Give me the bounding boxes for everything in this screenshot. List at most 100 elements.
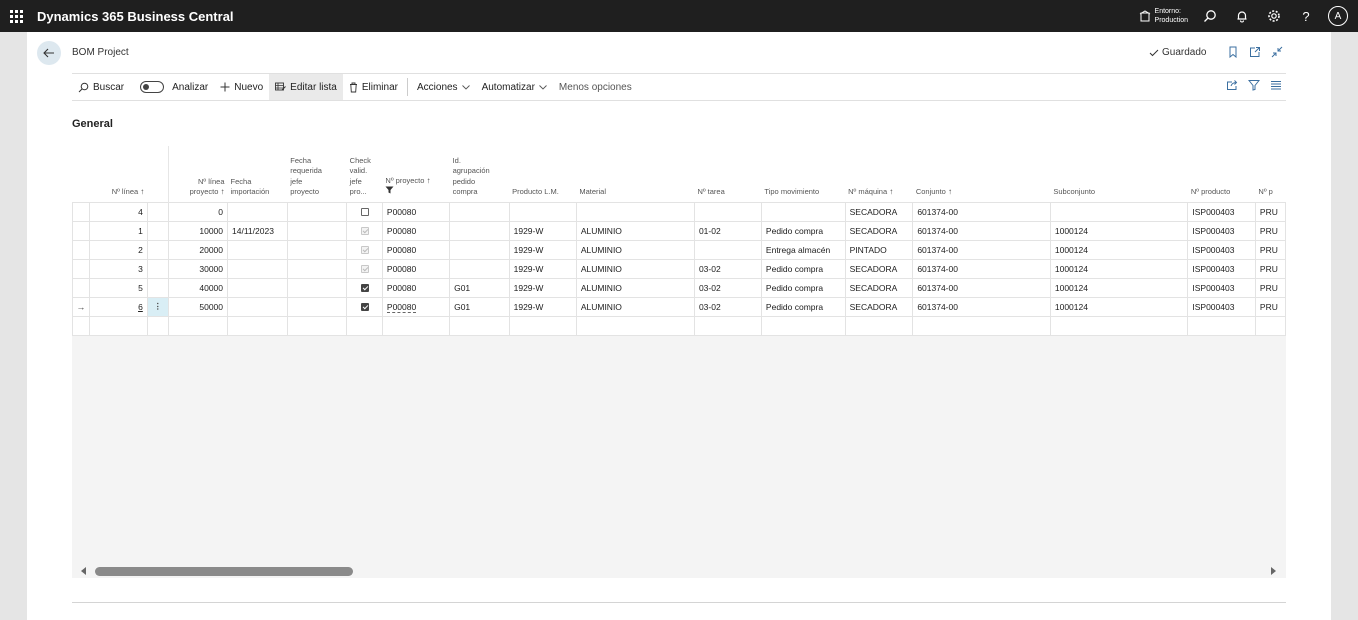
horizontal-scrollbar-thumb[interactable] bbox=[95, 567, 353, 576]
cell-task[interactable]: 03-02 bbox=[693, 258, 762, 279]
cell-task[interactable]: 01-02 bbox=[693, 220, 762, 241]
bookmark-icon[interactable] bbox=[1225, 44, 1241, 60]
cell-project[interactable]: P00080 bbox=[381, 258, 451, 279]
share-icon[interactable] bbox=[1226, 79, 1238, 94]
empty-cell[interactable] bbox=[575, 315, 695, 336]
cell-product-lm[interactable]: 1929-W bbox=[508, 239, 577, 260]
scroll-right-arrow[interactable] bbox=[1271, 567, 1276, 575]
table-row[interactable]: 3 30000 P00080 1929-W ALUMINIO 03-02 Pedido co… bbox=[72, 258, 1286, 279]
checkbox[interactable] bbox=[360, 284, 369, 293]
col-product-lm[interactable]: Producto L.M. bbox=[509, 146, 576, 202]
avatar[interactable]: A bbox=[1328, 6, 1348, 26]
row-selector[interactable] bbox=[72, 277, 90, 298]
cell-assembly[interactable]: 601374-00 bbox=[912, 220, 1051, 241]
cell-line-no[interactable]: 3 bbox=[88, 258, 148, 279]
bell-icon[interactable] bbox=[1226, 0, 1258, 32]
cell-check[interactable] bbox=[346, 258, 383, 279]
cell-sub[interactable]: 1000124 bbox=[1049, 296, 1189, 317]
cell-task[interactable]: 03-02 bbox=[693, 277, 762, 298]
analyze-toggle[interactable]: Analizar bbox=[134, 74, 214, 100]
cell-project[interactable]: P00080 bbox=[381, 239, 451, 260]
checkbox[interactable] bbox=[360, 208, 369, 217]
cell-import-date[interactable] bbox=[227, 258, 288, 279]
cell-line-no[interactable]: 2 bbox=[88, 239, 148, 260]
row-menu-cell[interactable]: ⋮ bbox=[146, 296, 169, 317]
col-required-date[interactable]: Fecha requerida jefe proyecto bbox=[287, 146, 346, 202]
cell-project[interactable]: P00080 bbox=[381, 296, 451, 317]
empty-cell[interactable] bbox=[72, 315, 90, 336]
cell-movement[interactable]: Pedido compra bbox=[760, 277, 846, 298]
cell-proj-line[interactable]: 50000 bbox=[167, 296, 229, 317]
cell-material[interactable]: ALUMINIO bbox=[575, 277, 695, 298]
app-launcher-icon[interactable] bbox=[0, 0, 32, 32]
row-selector[interactable]: → bbox=[72, 296, 90, 317]
checkbox[interactable] bbox=[360, 303, 369, 312]
cell-req-date[interactable] bbox=[286, 258, 348, 279]
open-new-window-icon[interactable] bbox=[1247, 44, 1263, 60]
cell-sub[interactable]: 1000124 bbox=[1049, 258, 1189, 279]
cell-assembly[interactable]: 601374-00 bbox=[912, 258, 1051, 279]
table-row[interactable]: 4 0 P00080 SECADORA 601374-00 ISP000403 PRU bbox=[72, 201, 1286, 222]
empty-cell[interactable] bbox=[1254, 315, 1286, 336]
col-machine-no[interactable]: Nº máquina ↑ bbox=[845, 146, 913, 202]
cell-task[interactable] bbox=[693, 201, 762, 222]
cell-movement[interactable]: Entrega almacén bbox=[760, 239, 846, 260]
cell-check[interactable] bbox=[346, 277, 383, 298]
empty-cell[interactable] bbox=[693, 315, 762, 336]
col-assembly[interactable]: Conjunto ↑ bbox=[913, 146, 1051, 202]
cell-assembly[interactable]: 601374-00 bbox=[912, 239, 1051, 260]
toggle-switch[interactable] bbox=[140, 81, 165, 93]
cell-import-date[interactable] bbox=[227, 239, 288, 260]
cell-group[interactable]: G01 bbox=[449, 277, 510, 298]
row-selector[interactable] bbox=[72, 239, 90, 260]
row-selector[interactable] bbox=[72, 258, 90, 279]
cell-assembly[interactable]: 601374-00 bbox=[912, 277, 1051, 298]
cell-check[interactable] bbox=[346, 220, 383, 241]
col-import-date[interactable]: Fecha importación bbox=[228, 146, 288, 202]
cell-sub[interactable] bbox=[1049, 201, 1189, 222]
empty-cell[interactable] bbox=[167, 315, 229, 336]
cell-line-no[interactable]: 6 bbox=[88, 296, 148, 317]
fewer-options-button[interactable]: Menos opciones bbox=[553, 74, 638, 100]
search-button[interactable]: Buscar bbox=[72, 74, 130, 100]
cell-material[interactable] bbox=[575, 201, 695, 222]
cell-product[interactable]: ISP000403 bbox=[1187, 258, 1256, 279]
cell-machine[interactable]: SECADORA bbox=[844, 277, 914, 298]
empty-cell[interactable] bbox=[449, 315, 510, 336]
actions-menu[interactable]: Acciones bbox=[411, 74, 476, 100]
col-movement-type[interactable]: Tipo movimiento bbox=[761, 146, 845, 202]
empty-cell[interactable] bbox=[1049, 315, 1189, 336]
cell-group[interactable] bbox=[449, 220, 510, 241]
col-project-line[interactable]: Nº línea proyecto ↑ bbox=[167, 146, 228, 202]
col-project-no[interactable]: Nº proyecto ↑ bbox=[382, 146, 449, 202]
cell-req-date[interactable] bbox=[286, 296, 348, 317]
empty-cell[interactable] bbox=[381, 315, 451, 336]
cell-sub[interactable]: 1000124 bbox=[1049, 220, 1189, 241]
empty-cell[interactable] bbox=[912, 315, 1051, 336]
help-icon[interactable]: ? bbox=[1290, 0, 1322, 32]
cell-proj-line[interactable]: 30000 bbox=[167, 258, 229, 279]
table-row-empty[interactable] bbox=[72, 315, 1286, 336]
cell-line-no[interactable]: 1 bbox=[88, 220, 148, 241]
empty-cell[interactable] bbox=[1187, 315, 1256, 336]
table-row[interactable]: 2 20000 P00080 1929-W ALUMINIO Entrega almacé… bbox=[72, 239, 1286, 260]
col-check[interactable]: Check valid. jefe pro... bbox=[347, 146, 383, 202]
cell-req-date[interactable] bbox=[286, 201, 348, 222]
col-material[interactable]: Material bbox=[576, 146, 694, 202]
cell-next[interactable]: PRU bbox=[1254, 220, 1286, 241]
empty-cell[interactable] bbox=[760, 315, 846, 336]
cell-sub[interactable]: 1000124 bbox=[1049, 239, 1189, 260]
cell-check[interactable] bbox=[346, 239, 383, 260]
scroll-left-arrow[interactable] bbox=[81, 567, 86, 575]
app-title[interactable]: Dynamics 365 Business Central bbox=[37, 9, 234, 24]
cell-req-date[interactable] bbox=[286, 220, 348, 241]
cell-machine[interactable]: SECADORA bbox=[844, 201, 914, 222]
cell-proj-line[interactable]: 40000 bbox=[167, 277, 229, 298]
cell-proj-line[interactable]: 0 bbox=[167, 201, 229, 222]
search-icon[interactable] bbox=[1194, 0, 1226, 32]
cell-import-date[interactable]: 14/11/2023 bbox=[227, 220, 288, 241]
gear-icon[interactable] bbox=[1258, 0, 1290, 32]
empty-cell[interactable] bbox=[286, 315, 348, 336]
collapse-icon[interactable] bbox=[1269, 44, 1285, 60]
cell-material[interactable]: ALUMINIO bbox=[575, 239, 695, 260]
